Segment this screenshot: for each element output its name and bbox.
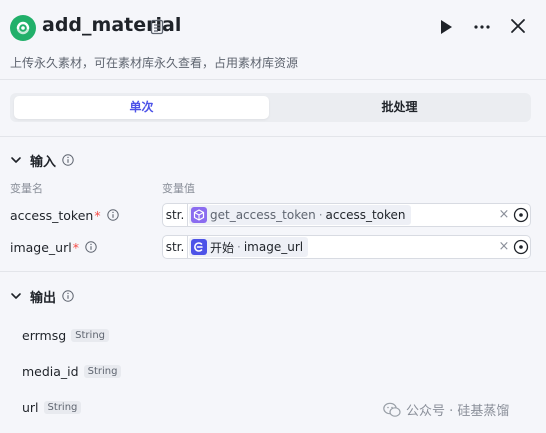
output-row: url String — [22, 398, 82, 416]
chevron-down-icon[interactable] — [10, 154, 22, 166]
variable-value-field[interactable]: str. get_access_token · access_token × — [162, 203, 531, 227]
type-badge: String — [83, 364, 122, 378]
type-selector[interactable]: str. — [163, 236, 188, 258]
node-description: 上传永久素材，可在素材库永久查看，占用素材库资源 — [10, 56, 299, 70]
separator: · — [318, 208, 323, 222]
divider — [0, 271, 546, 272]
output-row: media_id String — [22, 362, 122, 380]
type-selector[interactable]: str. — [163, 204, 188, 226]
output-name: media_id — [22, 363, 79, 379]
variable-name: image_url — [243, 240, 304, 254]
required-mark: * — [94, 207, 101, 223]
start-node-icon — [191, 239, 207, 255]
info-icon[interactable] — [62, 154, 74, 166]
source-node-name: 开始 — [210, 240, 235, 255]
mode-tabs: 单次 批处理 — [10, 93, 531, 122]
chevron-down-icon[interactable] — [10, 290, 22, 302]
required-mark: * — [72, 239, 79, 255]
output-section-header: 输出 — [10, 286, 74, 306]
divider — [0, 136, 546, 137]
tab-batch[interactable]: 批处理 — [272, 96, 527, 119]
param-name: access_token — [10, 207, 94, 223]
divider — [0, 79, 546, 80]
input-section-title: 输入 — [30, 154, 57, 170]
column-header-name: 变量名 — [10, 182, 43, 195]
play-icon[interactable] — [438, 18, 454, 36]
input-section-header: 输入 — [10, 150, 74, 170]
variable-target-icon[interactable] — [513, 207, 529, 223]
node-header: add_material 上传永久素材，可在素材库永久查看，占用素材库资源 — [0, 0, 546, 80]
watermark-text: 公众号 · 硅基蒸馏 — [406, 404, 510, 419]
separator: · — [237, 240, 241, 254]
clear-icon[interactable]: × — [497, 237, 511, 257]
variable-reference-chip[interactable]: get_access_token · access_token — [189, 205, 411, 225]
type-badge: String — [71, 328, 109, 342]
variable-target-icon[interactable] — [513, 239, 529, 255]
document-icon[interactable] — [150, 19, 164, 35]
variable-value-field[interactable]: str. 开始 · image_url × — [162, 235, 531, 259]
column-header-value: 变量值 — [162, 182, 195, 195]
info-icon[interactable] — [106, 209, 119, 221]
tab-single[interactable]: 单次 — [14, 96, 269, 119]
output-name: url — [22, 399, 39, 415]
param-name: image_url — [10, 239, 72, 255]
variable-name: access_token — [325, 208, 406, 222]
output-name: errmsg — [22, 327, 67, 343]
input-row-label: access_token * — [10, 205, 119, 225]
logo-icon — [10, 15, 36, 41]
output-row: errmsg String — [22, 326, 109, 344]
watermark: 公众号 · 硅基蒸馏 — [383, 400, 509, 419]
type-badge: String — [43, 400, 82, 414]
info-icon[interactable] — [62, 290, 74, 302]
source-node-name: get_access_token — [210, 208, 316, 222]
close-icon[interactable] — [509, 17, 527, 35]
input-row-label: image_url * — [10, 237, 97, 257]
info-icon[interactable] — [85, 241, 97, 253]
variable-reference-chip[interactable]: 开始 · image_url — [189, 237, 309, 257]
more-icon[interactable] — [472, 17, 492, 37]
plugin-node-icon — [191, 207, 207, 223]
clear-icon[interactable]: × — [497, 205, 511, 225]
output-section-title: 输出 — [30, 290, 57, 306]
wechat-icon — [383, 402, 401, 417]
